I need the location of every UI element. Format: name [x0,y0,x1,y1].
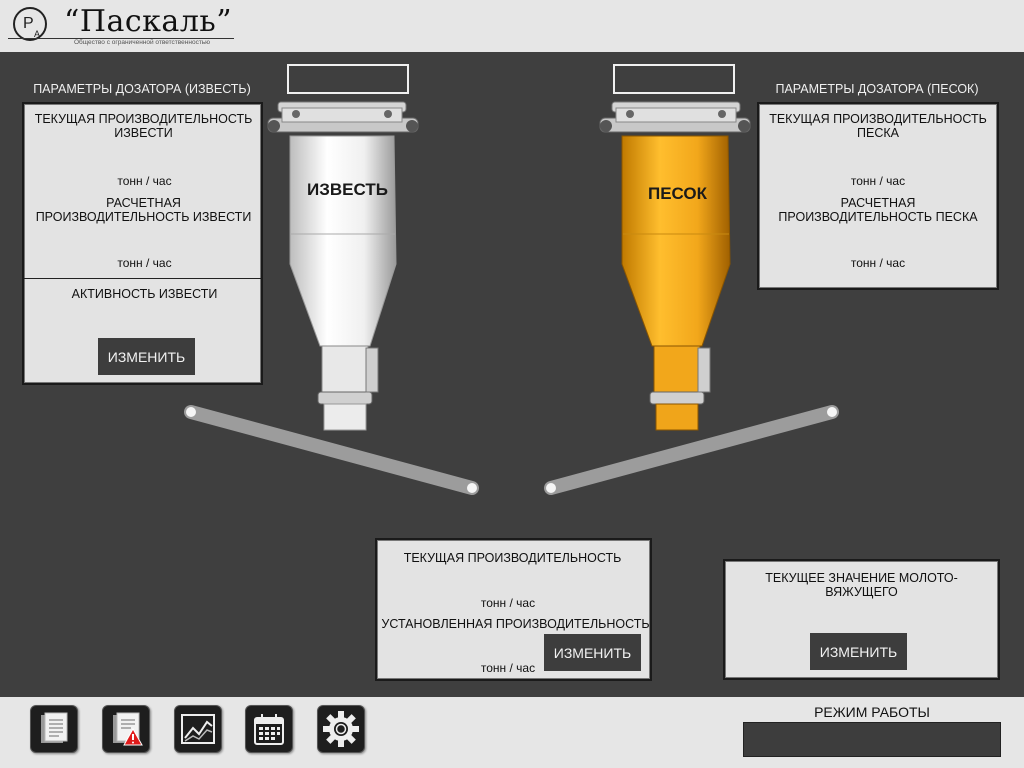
calendar-icon [254,714,284,745]
footer-bar: РЕЖИМ РАБОТЫ [0,697,1024,768]
svg-text:P: P [23,15,34,32]
total-performance-panel: ТЕКУЩАЯ ПРОИЗВОДИТЕЛЬНОСТЬ тонн / час УС… [375,538,652,681]
process-mimic-area: ПАРАМЕТРЫ ДОЗАТОРА (ИЗВЕСТЬ) ТЕКУЩАЯ ПРО… [0,52,1024,697]
work-mode-field [743,722,1001,757]
company-subtitle: Общество с ограниченной ответственностью [74,39,211,46]
report-button[interactable] [30,705,78,753]
total-current-label: ТЕКУЩАЯ ПРОИЗВОДИТЕЛЬНОСТЬ [403,551,622,565]
total-current-unit: тонн / час [480,596,536,610]
alarm-report-icon [113,712,143,746]
total-set-label: УСТАНОВЛЕННАЯ ПРОИЗВОДИТЕЛЬНОСТЬ [381,617,650,631]
report-icon [41,712,68,743]
header-bar: P A “Паскаль” Общество с ограниченной от… [0,0,1024,52]
company-logo-icon: P A [13,7,47,41]
total-set-change-button[interactable]: ИЗМЕНИТЬ [544,634,641,671]
lime-conveyor [184,405,479,495]
trend-chart-icon [181,714,215,744]
ratio-panel: ТЕКУЩЕЕ ЗНАЧЕНИЕ МОЛОТО-ВЯЖУЩЕГО ИЗМЕНИТ… [723,559,1000,680]
calendar-button[interactable] [245,705,293,753]
ratio-change-button[interactable]: ИЗМЕНИТЬ [810,633,907,670]
work-mode-label: РЕЖИМ РАБОТЫ [814,704,930,720]
company-name: “Паскаль” [64,4,233,39]
ratio-label: ТЕКУЩЕЕ ЗНАЧЕНИЕ МОЛОТО-ВЯЖУЩЕГО [765,571,958,599]
settings-button[interactable] [317,705,365,753]
sand-conveyor [544,405,839,495]
alarm-report-button[interactable] [102,705,150,753]
trend-button[interactable] [174,705,222,753]
settings-gear-icon [323,711,359,747]
